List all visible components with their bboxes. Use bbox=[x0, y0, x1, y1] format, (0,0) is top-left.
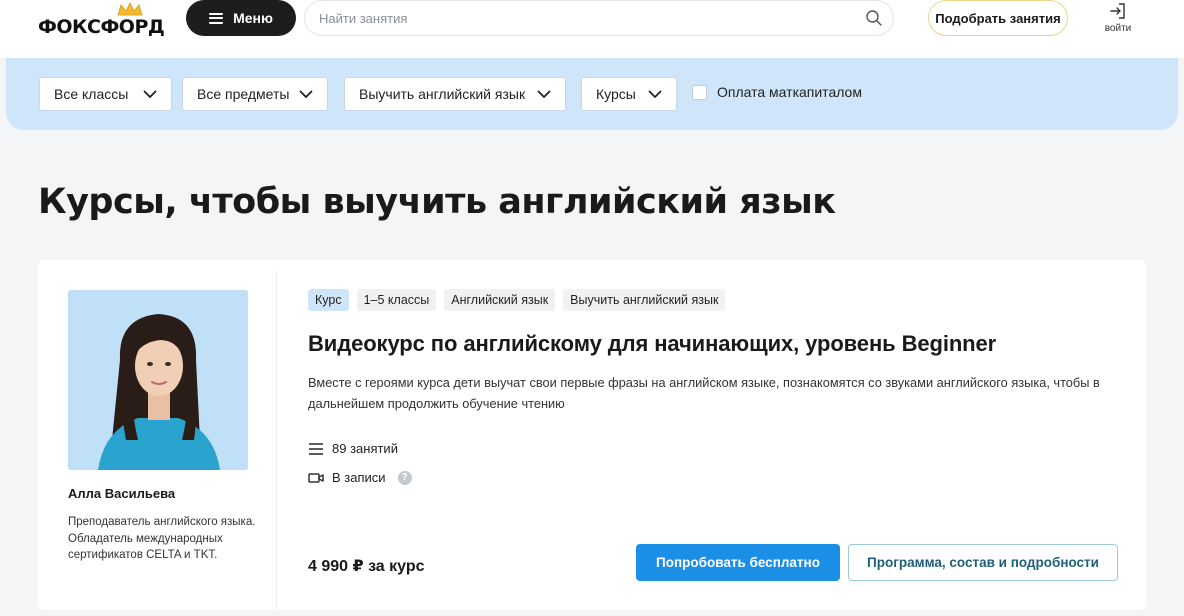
header: ФОКСФОРД Меню Подобрать занятия войти bbox=[0, 0, 1184, 58]
login-icon bbox=[1110, 3, 1125, 19]
logo-text: ФОКСФОРД bbox=[38, 16, 165, 38]
chevron-down-icon bbox=[648, 90, 662, 98]
tag-type: Курс bbox=[308, 289, 349, 311]
chevron-down-icon bbox=[143, 90, 157, 98]
filter-subject-dropdown[interactable]: Все предметы bbox=[182, 77, 328, 111]
menu-button[interactable]: Меню bbox=[186, 0, 296, 36]
crown-icon bbox=[117, 2, 143, 16]
filter-goal-dropdown[interactable]: Выучить английский язык bbox=[344, 77, 566, 111]
course-tags: Курс 1–5 классы Английский язык Выучить … bbox=[308, 289, 726, 311]
teacher-portrait-illustration bbox=[68, 290, 248, 470]
matcapital-checkbox[interactable] bbox=[692, 84, 707, 100]
format-row: В записи ? bbox=[308, 470, 412, 485]
login-button[interactable]: войти bbox=[1096, 2, 1140, 38]
question-icon[interactable]: ? bbox=[397, 470, 412, 485]
teacher-name: Алла Васильева bbox=[68, 486, 176, 501]
tag-subject: Английский язык bbox=[444, 289, 556, 311]
chevron-down-icon bbox=[299, 90, 313, 98]
logo[interactable]: ФОКСФОРД bbox=[38, 2, 166, 38]
lessons-count: 89 занятий bbox=[332, 441, 398, 456]
teacher-photo bbox=[68, 290, 248, 470]
dropdown-label: Все предметы bbox=[197, 86, 290, 102]
checkbox-label: Оплата маткапиталом bbox=[717, 84, 862, 100]
pick-classes-button[interactable]: Подобрать занятия bbox=[928, 0, 1068, 36]
tag-grades: 1–5 классы bbox=[356, 289, 437, 311]
card-divider bbox=[276, 270, 277, 610]
course-price: 4 990 ₽ за курс bbox=[308, 558, 425, 575]
menu-label: Меню bbox=[233, 10, 273, 26]
course-description: Вместе с героями курса дети выучат свои … bbox=[308, 375, 1100, 411]
dropdown-label: Курсы bbox=[596, 86, 636, 102]
filter-type-dropdown[interactable]: Курсы bbox=[581, 77, 677, 111]
format-label: В записи bbox=[332, 470, 386, 485]
search-box bbox=[304, 0, 894, 36]
tag-goal: Выучить английский язык bbox=[563, 289, 726, 311]
try-free-button[interactable]: Попробовать бесплатно bbox=[636, 544, 840, 581]
lessons-count-row: 89 занятий bbox=[308, 441, 398, 456]
video-icon bbox=[308, 472, 324, 483]
filter-bar: Все классы Все предметы Выучить английск… bbox=[6, 58, 1178, 130]
teacher-description: Преподаватель английского языка. Обладат… bbox=[68, 516, 256, 561]
course-title[interactable]: Видеокурс по английскому для начинающих,… bbox=[308, 331, 996, 357]
page-title: Курсы, чтобы выучить английский язык bbox=[38, 182, 836, 222]
matcapital-checkbox-row[interactable]: Оплата маткапиталом bbox=[692, 84, 862, 100]
search-input[interactable] bbox=[319, 1, 859, 35]
menu-icon bbox=[209, 12, 224, 24]
search-icon[interactable] bbox=[865, 9, 883, 27]
dropdown-label: Выучить английский язык bbox=[359, 86, 526, 102]
dropdown-label: Все классы bbox=[54, 86, 129, 102]
list-icon bbox=[309, 442, 323, 455]
program-details-button[interactable]: Программа, состав и подробности bbox=[848, 544, 1118, 581]
filter-class-dropdown[interactable]: Все классы bbox=[39, 77, 172, 111]
chevron-down-icon bbox=[537, 90, 551, 98]
course-card[interactable]: Алла Васильева Преподаватель английского… bbox=[38, 260, 1146, 610]
login-label: войти bbox=[1104, 23, 1132, 34]
